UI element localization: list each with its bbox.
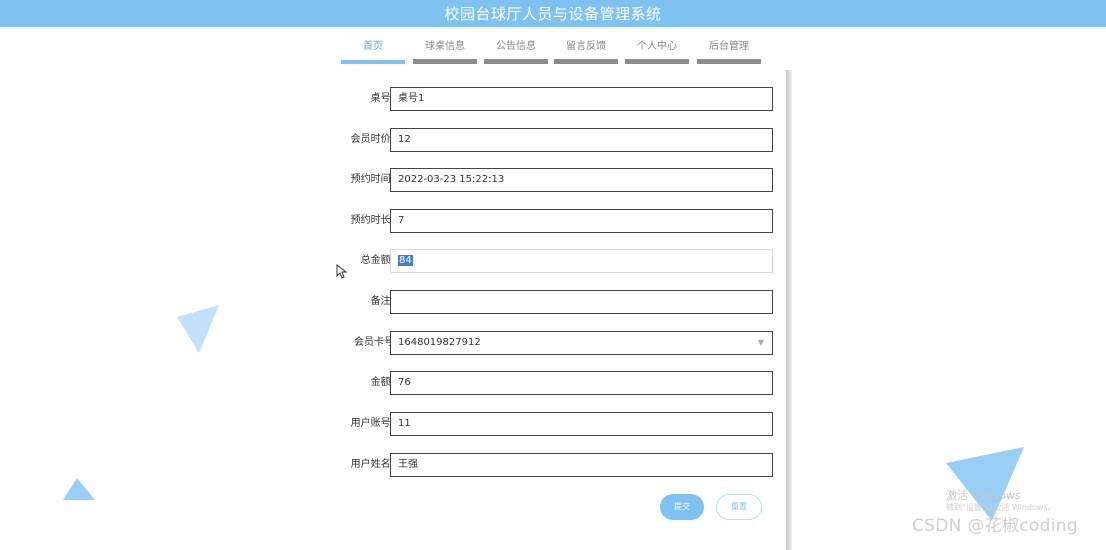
field-row-user-name: 用户姓名: 王强 (313, 453, 786, 477)
nav-home[interactable]: 首页 (341, 38, 405, 64)
member-card-value: 1648019827912 (398, 337, 481, 348)
nav-tables-label: 球桌信息 (425, 41, 465, 52)
windows-activation-title: 激活 Windows (946, 489, 1021, 502)
user-account-input[interactable]: 11 (390, 412, 773, 436)
user-account-label: 用户账号: (350, 418, 394, 429)
booking-time-label: 预约时间: (350, 174, 394, 185)
booking-duration-input[interactable]: 7 (390, 209, 773, 233)
booking-form: 桌号: 桌号1 会员时价: 12 预约时间: 2022-03-23 15:22:… (313, 70, 786, 550)
field-row-table-no: 桌号: 桌号1 (313, 87, 786, 111)
nav-feedback-underline (554, 59, 618, 64)
nav-tables-underline (413, 59, 477, 64)
mouse-pointer-icon (336, 264, 348, 279)
member-card-label: 会员卡号 (354, 337, 394, 348)
total-amount-label: 总金额: (360, 255, 394, 266)
total-amount-selected-text: 84 (398, 255, 413, 266)
member-card-select[interactable]: 1648019827912 ▼ (390, 331, 773, 355)
field-row-remark: 备注: (313, 290, 786, 314)
nav-home-label: 首页 (363, 41, 383, 52)
nav-home-underline (341, 60, 405, 64)
field-row-booking-time: 预约时间: 2022-03-23 15:22:13 (313, 168, 786, 192)
nav-admin-underline (697, 59, 761, 64)
chevron-down-icon: ▼ (757, 338, 764, 347)
field-row-user-account: 用户账号: 11 (313, 412, 786, 436)
decor-triangle-left (177, 305, 219, 353)
reset-button[interactable]: 重置 (716, 494, 762, 520)
app-title: 校园台球厅人员与设备管理系统 (444, 5, 662, 23)
app-header: 校园台球厅人员与设备管理系统 (0, 0, 1106, 27)
member-price-label: 会员时价: (350, 134, 394, 145)
nav-announcements[interactable]: 公告信息 (484, 38, 548, 64)
panel-scroll-edge (786, 70, 792, 550)
field-row-amount: 金额: 76 (313, 371, 786, 395)
member-price-input[interactable]: 12 (390, 128, 773, 152)
booking-time-input[interactable]: 2022-03-23 15:22:13 (390, 168, 773, 192)
user-name-label: 用户姓名: (350, 459, 394, 470)
nav-admin-label: 后台管理 (709, 41, 749, 52)
nav-announcements-label: 公告信息 (496, 41, 536, 52)
total-amount-input[interactable]: 84 (390, 249, 773, 273)
submit-button[interactable]: 提交 (660, 494, 704, 520)
nav-profile-underline (625, 59, 689, 64)
nav-profile-label: 个人中心 (637, 41, 677, 52)
csdn-watermark: CSDN @花椒coding (912, 516, 1078, 536)
nav-admin[interactable]: 后台管理 (697, 38, 761, 64)
nav-profile[interactable]: 个人中心 (625, 38, 689, 64)
field-row-booking-duration: 预约时长: 7 (313, 209, 786, 233)
field-row-member-price: 会员时价: 12 (313, 128, 786, 152)
nav-tables[interactable]: 球桌信息 (413, 38, 477, 64)
user-name-input[interactable]: 王强 (390, 453, 773, 477)
field-row-total-amount: 总金额: 84 (313, 249, 786, 273)
remark-input[interactable] (390, 290, 773, 314)
booking-duration-label: 预约时长: (350, 215, 394, 226)
nav-announcements-underline (484, 59, 548, 64)
table-no-input[interactable]: 桌号1 (390, 87, 773, 111)
nav-feedback-label: 留言反馈 (566, 41, 606, 52)
decor-triangle-bottom-left (63, 478, 95, 500)
nav-feedback[interactable]: 留言反馈 (554, 38, 618, 64)
field-row-member-card: 会员卡号 1648019827912 ▼ (313, 331, 786, 355)
amount-input[interactable]: 76 (390, 371, 773, 395)
